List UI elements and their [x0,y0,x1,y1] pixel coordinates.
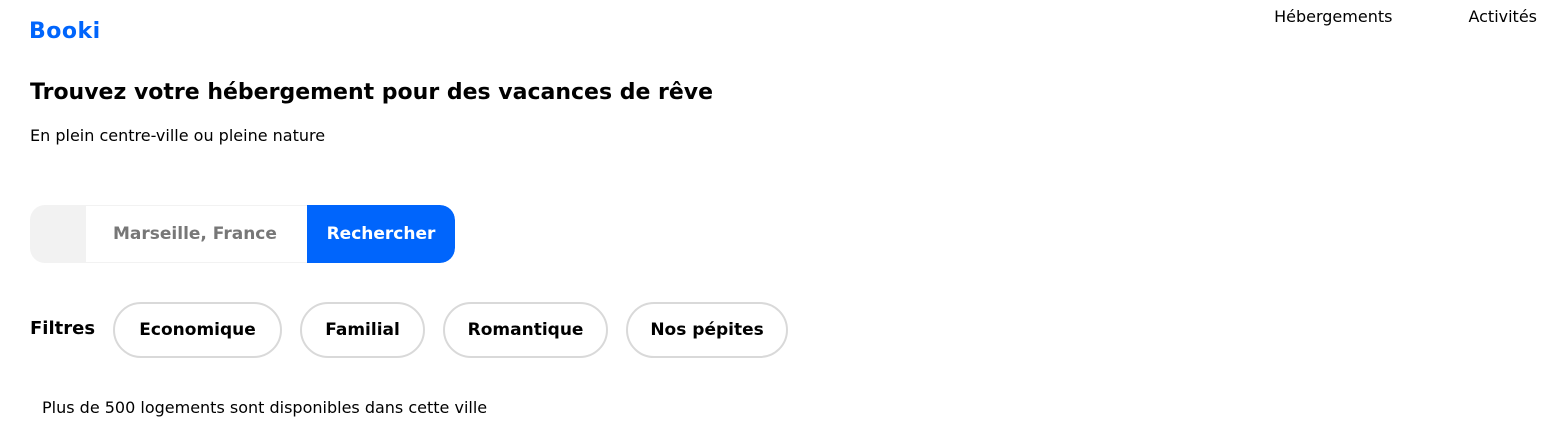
filters-label: Filtres [30,317,96,339]
booki-logo[interactable]: Booki [29,16,101,46]
page-subtitle: En plein centre-ville ou pleine nature [30,126,326,145]
results-count: Plus de 500 logements sont disponibles d… [42,398,488,417]
page: Booki Hébergements Activités Trouvez vot… [0,0,1554,444]
main-nav: Hébergements Activités [1274,5,1537,28]
nav-link-hebergements[interactable]: Hébergements [1274,5,1392,28]
filter-romantique-button[interactable]: Romantique [443,302,609,358]
search-input[interactable] [86,205,307,263]
page-title: Trouvez votre hébergement pour des vacan… [30,80,714,105]
nav-link-activites[interactable]: Activités [1468,5,1537,28]
filter-economique-button[interactable]: Economique [113,302,283,358]
search-bar: Rechercher [30,205,455,263]
filter-nos-pepites-button[interactable]: Nos pépites [626,302,789,358]
filters-bar: Filtres Economique Familial Romantique N… [30,302,806,358]
search-icon-box [30,205,86,263]
filter-familial-button[interactable]: Familial [300,302,426,358]
search-button[interactable]: Rechercher [307,205,455,263]
